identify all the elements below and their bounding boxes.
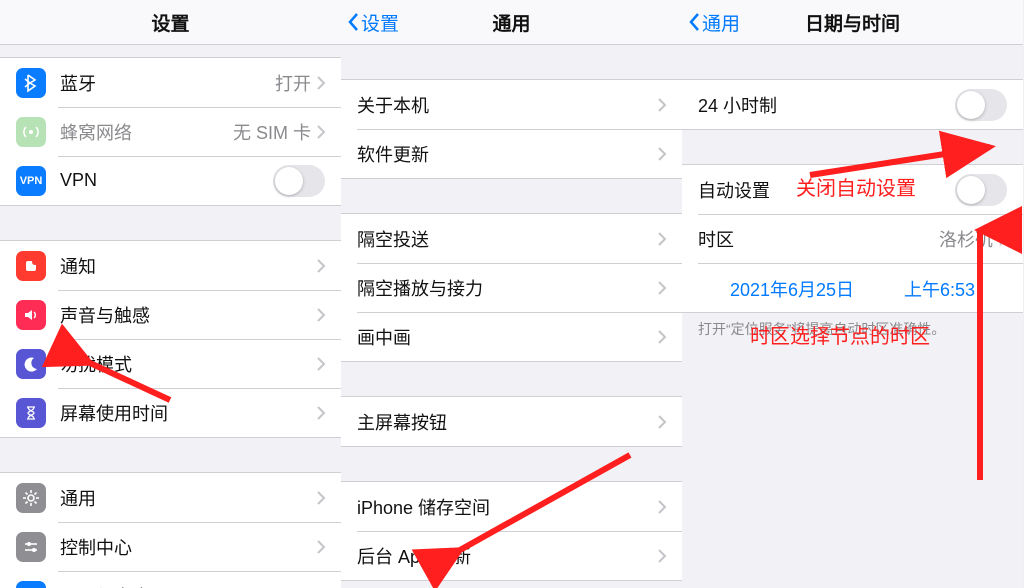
- chevron-right-icon: [317, 125, 325, 139]
- row-bg-refresh[interactable]: 后台 App 刷新: [341, 531, 682, 580]
- row-notifications[interactable]: 通知: [0, 241, 341, 290]
- row-vpn[interactable]: VPN VPN: [0, 156, 341, 205]
- bluetooth-icon: [16, 68, 46, 98]
- back-button[interactable]: 设置: [347, 9, 399, 36]
- navbar-datetime: 通用 日期与时间: [682, 0, 1023, 45]
- chevron-right-icon: [658, 281, 666, 295]
- row-label: 蓝牙: [60, 70, 275, 96]
- row-picker[interactable]: 2021年6月25日 上午6:53: [682, 263, 1023, 312]
- three-pane-composite: 设置 蓝牙 打开 蜂窝网络 无 SIM 卡 VPN VPN: [0, 0, 1024, 588]
- row-label: 勿扰模式: [60, 351, 317, 377]
- chevron-right-icon: [317, 259, 325, 273]
- row-label: 声音与触感: [60, 302, 317, 328]
- row-value: 洛杉矶: [939, 226, 993, 252]
- pane-date-time: 通用 日期与时间 24 小时制 自动设置 时区洛杉矶 2021年6月25日 上午…: [682, 0, 1023, 588]
- chevron-right-icon: [658, 232, 666, 246]
- chevron-right-icon: [658, 415, 666, 429]
- row-screentime[interactable]: 屏幕使用时间: [0, 388, 341, 437]
- gear-icon: [16, 483, 46, 513]
- row-about[interactable]: 关于本机: [341, 80, 682, 129]
- notification-icon: [16, 251, 46, 281]
- navbar-title: 日期与时间: [805, 9, 900, 36]
- row-bluetooth[interactable]: 蓝牙 打开: [0, 58, 341, 107]
- chevron-left-icon: [347, 12, 359, 32]
- row-sounds[interactable]: 声音与触感: [0, 290, 341, 339]
- row-label: 主屏幕按钮: [357, 409, 658, 435]
- speaker-icon: [16, 300, 46, 330]
- row-label: 关于本机: [357, 92, 658, 118]
- chevron-right-icon: [317, 308, 325, 322]
- pane-general: 设置 通用 关于本机 软件更新 隔空投送 隔空播放与接力 画中画 主屏幕按钮 i…: [341, 0, 683, 588]
- vpn-toggle[interactable]: [273, 165, 325, 197]
- vpn-icon: VPN: [16, 166, 46, 196]
- sliders-icon: [16, 532, 46, 562]
- chevron-right-icon: [317, 357, 325, 371]
- row-label: 显示与亮度: [60, 583, 317, 588]
- row-24hour[interactable]: 24 小时制: [682, 80, 1023, 129]
- row-label: 控制中心: [60, 534, 317, 560]
- datetime-picker[interactable]: 2021年6月25日 上午6:53: [730, 268, 975, 308]
- display-icon: AA: [16, 581, 46, 588]
- toggle-auto-set[interactable]: [955, 174, 1007, 206]
- row-label: 后台 App 刷新: [357, 543, 658, 569]
- picker-date[interactable]: 2021年6月25日: [730, 276, 854, 302]
- row-display[interactable]: AA 显示与亮度: [0, 571, 341, 588]
- row-label: 通知: [60, 253, 317, 279]
- row-label: 时区: [698, 226, 939, 252]
- row-value: 无 SIM 卡: [233, 119, 311, 145]
- row-airdrop[interactable]: 隔空投送: [341, 214, 682, 263]
- navbar-settings: 设置: [0, 0, 341, 45]
- chevron-right-icon: [317, 76, 325, 90]
- row-dnd[interactable]: 勿扰模式: [0, 339, 341, 388]
- row-pip[interactable]: 画中画: [341, 312, 682, 361]
- row-label: 隔空投送: [357, 226, 658, 252]
- back-button[interactable]: 通用: [688, 9, 740, 36]
- hourglass-icon: [16, 398, 46, 428]
- row-auto-set[interactable]: 自动设置: [682, 165, 1023, 214]
- toggle-24hour[interactable]: [955, 89, 1007, 121]
- row-label: 24 小时制: [698, 92, 955, 118]
- chevron-right-icon: [658, 549, 666, 563]
- chevron-left-icon: [688, 12, 700, 32]
- row-label: 通用: [60, 485, 317, 511]
- row-label: iPhone 储存空间: [357, 494, 658, 520]
- row-label: VPN: [60, 170, 273, 191]
- chevron-right-icon: [317, 540, 325, 554]
- row-timezone[interactable]: 时区洛杉矶: [682, 214, 1023, 263]
- picker-time[interactable]: 上午6:53: [904, 276, 975, 302]
- back-label: 设置: [361, 9, 399, 36]
- row-value: 打开: [275, 70, 311, 96]
- navbar-title: 设置: [151, 9, 189, 36]
- row-label: 隔空播放与接力: [357, 275, 658, 301]
- antenna-icon: [16, 117, 46, 147]
- row-label: 蜂窝网络: [60, 119, 233, 145]
- row-label: 自动设置: [698, 177, 955, 203]
- chevron-right-icon: [317, 491, 325, 505]
- navbar-title: 通用: [492, 9, 530, 36]
- chevron-right-icon: [658, 500, 666, 514]
- back-label: 通用: [702, 9, 740, 36]
- chevron-right-icon: [658, 330, 666, 344]
- footer-note: 打开“定位服务”将提高自动时区准确性。: [682, 313, 1023, 345]
- row-label: 屏幕使用时间: [60, 400, 317, 426]
- row-label: 画中画: [357, 324, 658, 350]
- chevron-right-icon: [317, 406, 325, 420]
- navbar-general: 设置 通用: [341, 0, 682, 45]
- row-label: 软件更新: [357, 141, 658, 167]
- row-software-update[interactable]: 软件更新: [341, 129, 682, 178]
- chevron-right-icon: [999, 232, 1007, 246]
- pane-settings: 设置 蓝牙 打开 蜂窝网络 无 SIM 卡 VPN VPN: [0, 0, 342, 588]
- row-control-center[interactable]: 控制中心: [0, 522, 341, 571]
- chevron-right-icon: [658, 98, 666, 112]
- row-storage[interactable]: iPhone 储存空间: [341, 482, 682, 531]
- moon-icon: [16, 349, 46, 379]
- chevron-right-icon: [658, 147, 666, 161]
- row-general[interactable]: 通用: [0, 473, 341, 522]
- row-airplay[interactable]: 隔空播放与接力: [341, 263, 682, 312]
- row-cellular[interactable]: 蜂窝网络 无 SIM 卡: [0, 107, 341, 156]
- row-home-button[interactable]: 主屏幕按钮: [341, 397, 682, 446]
